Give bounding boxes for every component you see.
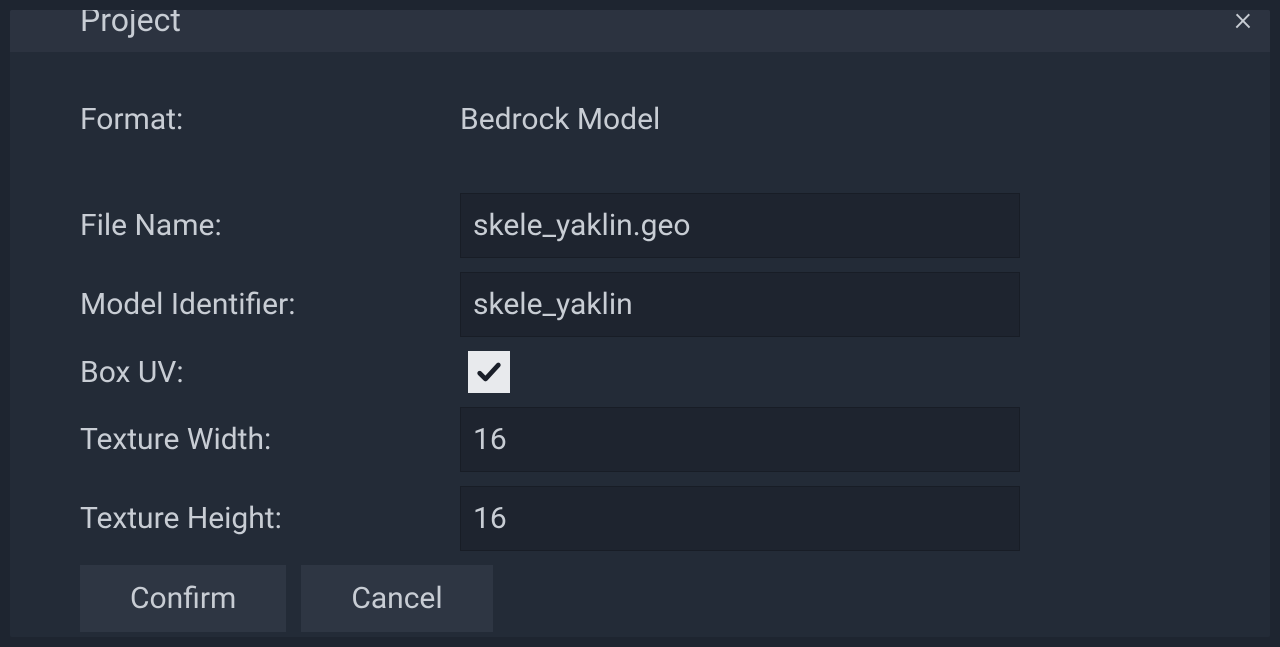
file-name-input[interactable]: [460, 193, 1020, 258]
close-icon[interactable]: ×: [1234, 10, 1252, 36]
dialog-content: Format: Bedrock Model File Name: Model I…: [10, 52, 1270, 637]
dialog-buttons: Confirm Cancel: [80, 565, 1200, 632]
texture-width-input[interactable]: [460, 407, 1020, 472]
check-icon: [475, 358, 503, 386]
file-name-label: File Name:: [80, 208, 460, 243]
texture-height-input[interactable]: [460, 486, 1020, 551]
box-uv-label: Box UV:: [80, 355, 460, 390]
model-identifier-row: Model Identifier:: [80, 272, 1200, 337]
dialog-title: Project: [80, 10, 181, 36]
confirm-button[interactable]: Confirm: [80, 565, 286, 632]
cancel-button[interactable]: Cancel: [301, 565, 492, 632]
box-uv-checkbox[interactable]: [468, 351, 510, 393]
format-row: Format: Bedrock Model: [80, 102, 1200, 137]
model-identifier-input[interactable]: [460, 272, 1020, 337]
format-value: Bedrock Model: [460, 102, 660, 137]
texture-height-label: Texture Height:: [80, 501, 460, 536]
texture-height-row: Texture Height:: [80, 486, 1200, 551]
file-name-row: File Name:: [80, 193, 1200, 258]
texture-width-label: Texture Width:: [80, 422, 460, 457]
dialog-inner: Project × Format: Bedrock Model File Nam…: [10, 10, 1270, 637]
texture-width-row: Texture Width:: [80, 407, 1200, 472]
format-label: Format:: [80, 102, 460, 137]
titlebar: Project ×: [10, 10, 1270, 52]
project-dialog: Project × Format: Bedrock Model File Nam…: [0, 0, 1280, 647]
model-identifier-label: Model Identifier:: [80, 287, 460, 322]
box-uv-row: Box UV:: [80, 351, 1200, 393]
